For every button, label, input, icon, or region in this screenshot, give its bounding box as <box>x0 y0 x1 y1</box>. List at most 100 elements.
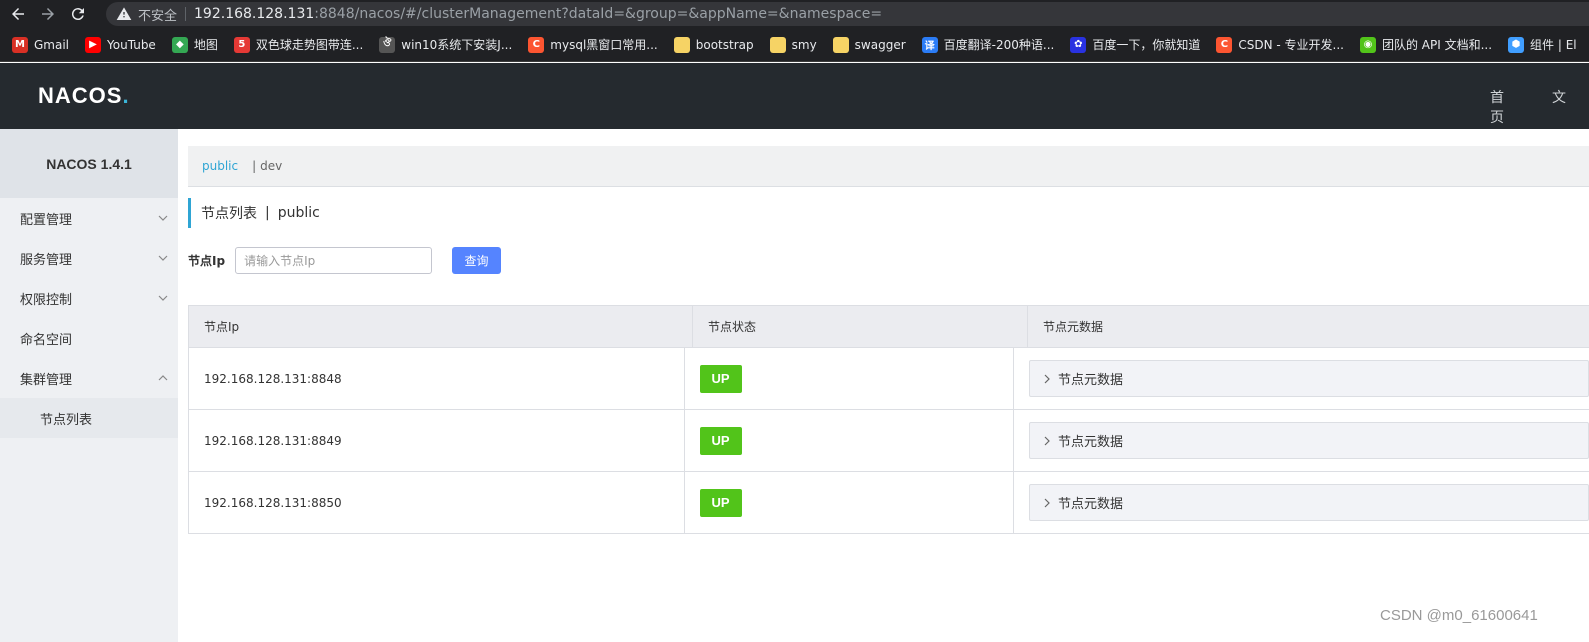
node-metadata-cell: 节点元数据 <box>1014 348 1589 409</box>
bookmark-label: mysql黑窗口常用... <box>550 38 658 52</box>
app-header: NACOS. 首页 文 <box>0 63 1589 129</box>
chevron-right-icon <box>1044 374 1050 383</box>
sidebar-item-label: 权限控制 <box>20 292 73 308</box>
bookmark-label: 双色球走势图带连... <box>255 38 364 52</box>
node-state-cell: UP <box>685 472 1014 533</box>
node-ip-label: 节点Ip <box>188 254 226 268</box>
bookmark-label: 组件 | El <box>1530 38 1577 52</box>
bookmark-item[interactable]: ▶ YouTube <box>85 36 156 53</box>
table-header: 节点Ip 节点状态 节点元数据 <box>189 306 1589 348</box>
arrow-left-icon <box>12 8 24 20</box>
bookmark-label: 百度一下，你就知道 <box>1092 38 1201 52</box>
bookmark-item[interactable]: C CSDN - 专业开发... <box>1216 36 1344 53</box>
url-divider <box>185 7 187 21</box>
node-state-cell: UP <box>685 348 1014 409</box>
api-icon: ◉ <box>1359 36 1376 53</box>
namespace-dev-link[interactable]: dev <box>260 159 282 173</box>
chevron-down-icon <box>158 295 168 301</box>
sidebar: NACOS 1.4.1 配置管理 服务管理 权限控制 命名空间 集群管理 节点列… <box>0 129 178 642</box>
bookmark-item[interactable]: ◆ 地图 <box>171 36 218 53</box>
baidu-icon: ✿ <box>1070 36 1087 53</box>
bookmark-item[interactable]: 译百度翻译-200种语... <box>921 36 1055 53</box>
chevron-right-icon <box>1044 436 1050 445</box>
page-title-separator: | <box>265 205 270 221</box>
bookmark-label: swagger <box>854 37 906 52</box>
sidebar-item-label: 命名空间 <box>20 332 73 348</box>
csdn-icon: C <box>528 36 545 53</box>
logo-dot: . <box>122 83 130 108</box>
bookmark-item[interactable]: bootstrap <box>673 36 754 53</box>
bookmark-item[interactable]: ✿ 百度一下，你就知道 <box>1070 36 1200 53</box>
url-path: :8848/nacos/#/clusterManagement?dataId=&… <box>314 6 883 22</box>
bookmark-label: win10系统下安装J... <box>401 38 513 52</box>
bookmark-label: smy <box>791 37 817 52</box>
bookmark-item[interactable]: ◉ 团队的 API 文档和... <box>1359 36 1493 53</box>
metadata-label: 节点元数据 <box>1058 497 1124 512</box>
bookmark-item[interactable]: ⬢ 组件 | El <box>1508 36 1577 53</box>
sidebar-item-namespace[interactable]: 命名空间 <box>0 318 178 358</box>
node-table: 节点Ip 节点状态 节点元数据 192.168.128.131:8848 UP … <box>188 305 1589 534</box>
browser-toolbar: 不安全 192.168.128.131 :8848/nacos/#/cluste… <box>0 0 1589 28</box>
bookmark-label: YouTube <box>107 37 156 52</box>
bookmark-label: 地图 <box>193 38 218 52</box>
back-button[interactable] <box>6 2 30 26</box>
page-title-namespace: public <box>277 205 320 221</box>
page-title-text: 节点列表 <box>201 206 257 222</box>
nav-home-link[interactable]: 首页 <box>1490 87 1504 127</box>
metadata-collapse[interactable]: 节点元数据 <box>1029 422 1589 459</box>
bookmark-label: Gmail <box>34 37 70 52</box>
nav-docs-link[interactable]: 文 <box>1552 87 1566 127</box>
arrow-right-icon <box>42 8 54 20</box>
sidebar-title: NACOS 1.4.1 <box>0 129 178 198</box>
bookmarks-bar: M Gmail ▶ YouTube ◆ 地图 5 双色球走势图带连... ঔ win10系统下安装… <box>0 28 1589 62</box>
translate-icon: 译 <box>921 36 938 53</box>
sidebar-item-label: 配置管理 <box>20 212 73 228</box>
sidebar-item-label: 服务管理 <box>20 252 73 268</box>
node-ip-cell: 192.168.128.131:8848 <box>189 348 685 409</box>
namespace-public-link[interactable]: public <box>202 159 238 173</box>
reload-button[interactable] <box>66 2 90 26</box>
bookmark-item[interactable]: smy <box>769 36 817 53</box>
page-title: 节点列表 | public <box>188 198 320 228</box>
gmail-icon: M <box>12 36 28 53</box>
bookmark-item[interactable]: ঔ win10系统下安装J... <box>379 36 512 53</box>
bookmark-item[interactable]: M Gmail <box>12 36 70 53</box>
sidebar-item-config[interactable]: 配置管理 <box>0 198 178 238</box>
bookmark-label: 百度翻译-200种语... <box>943 38 1055 52</box>
bookmark-item[interactable]: Cmysql黑窗口常用... <box>528 36 658 53</box>
chevron-down-icon <box>158 215 168 221</box>
folder-icon <box>832 36 849 53</box>
table-row: 192.168.128.131:8850 UP 节点元数据 <box>189 472 1589 534</box>
warning-icon <box>116 7 132 20</box>
address-bar[interactable]: 不安全 192.168.128.131 :8848/nacos/#/cluste… <box>106 2 1589 26</box>
sidebar-subitem-node-list[interactable]: 节点列表 <box>0 398 178 438</box>
node-ip-input[interactable] <box>235 247 433 274</box>
watermark: CSDN @m0_61600641 <box>1380 607 1538 624</box>
nacos-logo[interactable]: NACOS. <box>38 83 130 109</box>
node-metadata-cell: 节点元数据 <box>1014 472 1589 533</box>
sidebar-item-auth[interactable]: 权限控制 <box>0 278 178 318</box>
forward-button[interactable] <box>36 2 60 26</box>
status-badge: UP <box>699 364 742 393</box>
search-form: 节点Ip 查询 <box>188 247 502 274</box>
bookmark-item[interactable]: 5 双色球走势图带连... <box>233 36 364 53</box>
sidebar-item-cluster[interactable]: 集群管理 <box>0 358 178 398</box>
folder-icon <box>769 36 786 53</box>
node-ip-cell: 192.168.128.131:8849 <box>189 410 685 471</box>
column-header-node-metadata: 节点元数据 <box>1043 320 1104 334</box>
sidebar-item-service[interactable]: 服务管理 <box>0 238 178 278</box>
query-button[interactable]: 查询 <box>452 247 502 274</box>
insecure-label: 不安全 <box>138 8 178 24</box>
metadata-collapse[interactable]: 节点元数据 <box>1029 360 1589 397</box>
metadata-collapse[interactable]: 节点元数据 <box>1029 484 1589 521</box>
youtube-icon: ▶ <box>85 36 102 53</box>
status-badge: UP <box>699 488 742 517</box>
bookmark-label: 团队的 API 文档和... <box>1381 38 1493 52</box>
win-icon: ঔ <box>379 36 396 53</box>
column-header-node-state: 节点状态 <box>693 306 1028 347</box>
url-host: 192.168.128.131 <box>194 6 315 22</box>
element-icon: ⬢ <box>1508 36 1525 53</box>
bookmark-item[interactable]: swagger <box>832 36 906 53</box>
folder-icon <box>673 36 690 53</box>
table-row: 192.168.128.131:8849 UP 节点元数据 <box>189 410 1589 472</box>
